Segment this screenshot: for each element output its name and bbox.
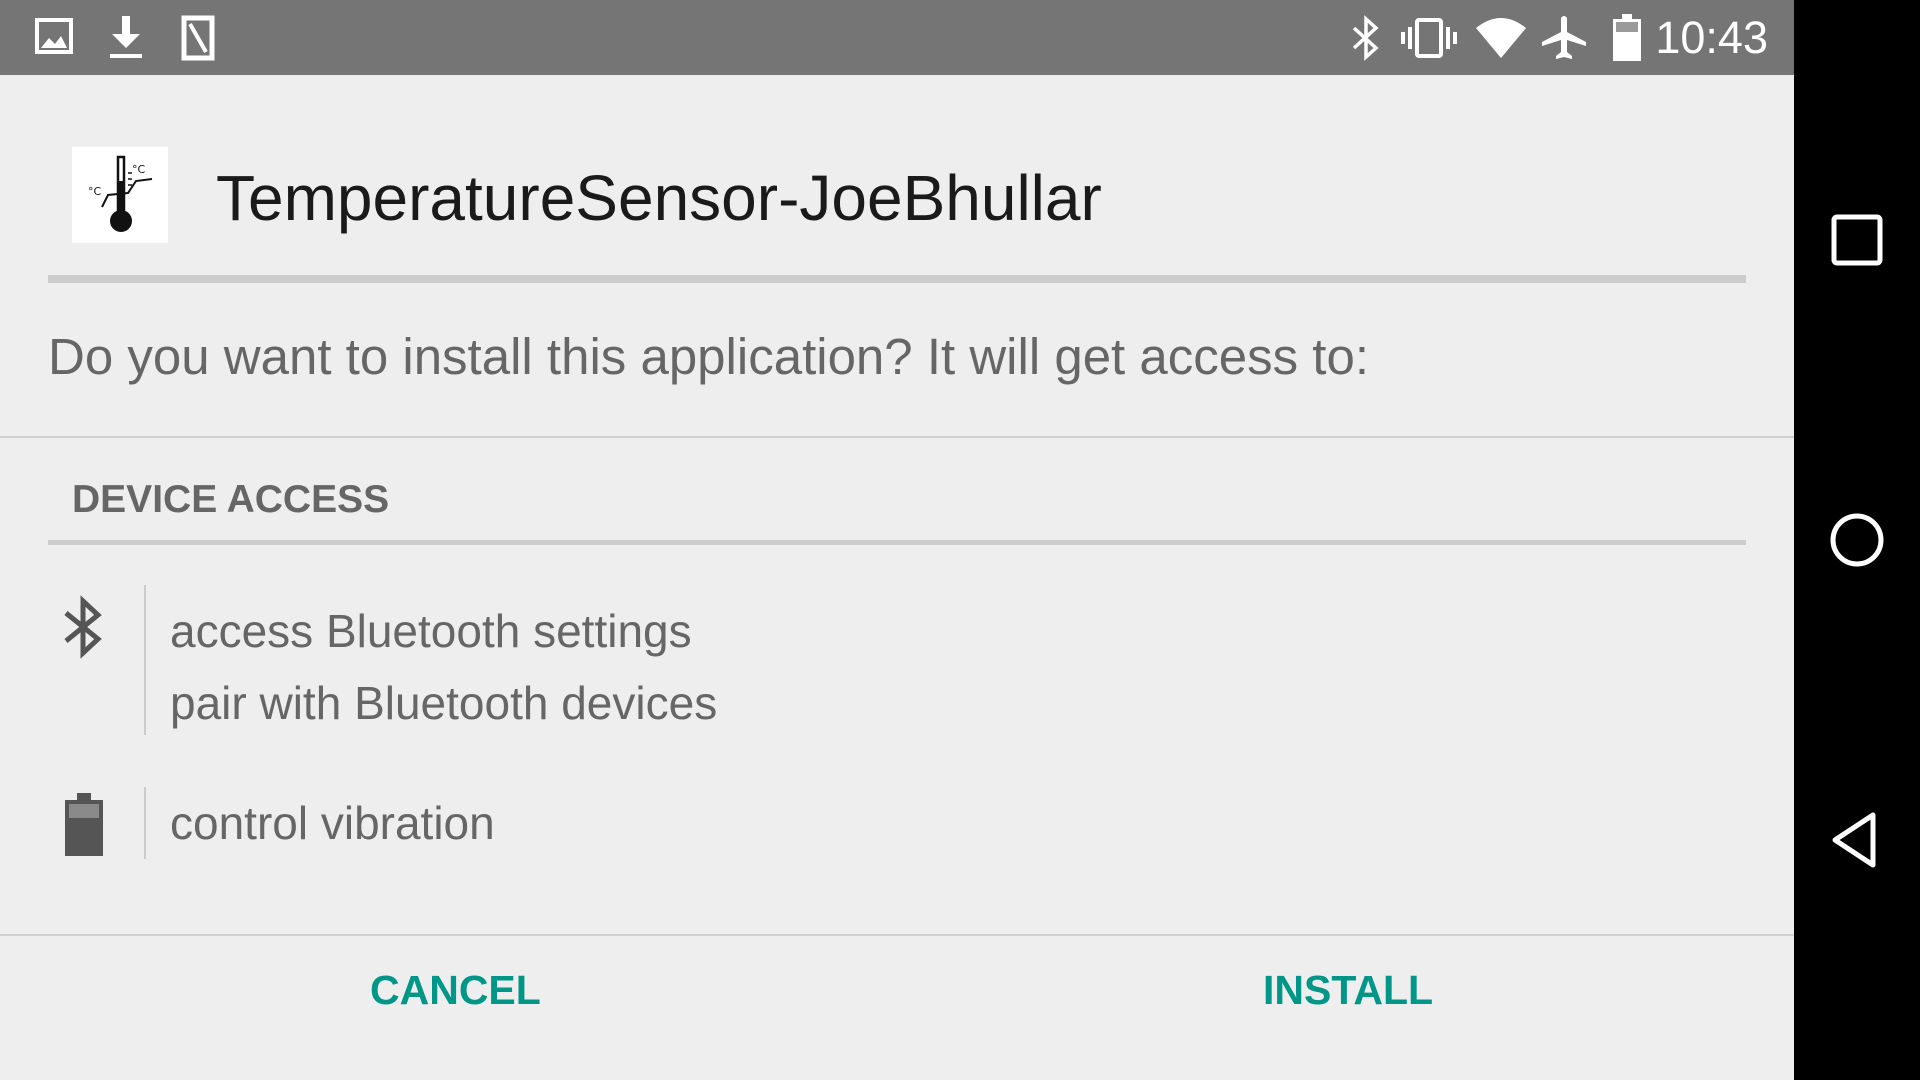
install-question: Do you want to install this application?… bbox=[48, 328, 1369, 385]
install-dialog: °C °C TemperatureSensor-JoeBhullar Do yo… bbox=[0, 75, 1794, 1080]
thermometer-icon: °C °C bbox=[88, 155, 153, 232]
svg-text:°C: °C bbox=[88, 185, 102, 198]
buttons-divider bbox=[0, 934, 1794, 936]
cancel-button[interactable]: CANCEL bbox=[370, 965, 541, 1015]
question-divider bbox=[0, 436, 1794, 438]
airplane-mode-icon bbox=[1542, 16, 1586, 59]
bluetooth-icon bbox=[1352, 15, 1379, 61]
title-divider bbox=[48, 275, 1746, 283]
back-icon[interactable] bbox=[1825, 808, 1889, 872]
navigation-bar bbox=[1794, 0, 1920, 1080]
wifi-icon bbox=[1476, 18, 1526, 58]
image-notification-icon bbox=[35, 18, 73, 54]
permission-separator bbox=[144, 585, 146, 735]
battery-icon bbox=[65, 793, 103, 856]
permission-group-bluetooth: access Bluetooth settings pair with Blue… bbox=[0, 585, 1794, 735]
app-name: TemperatureSensor-JoeBhullar bbox=[216, 162, 1102, 234]
svg-text:°C: °C bbox=[132, 163, 146, 176]
download-icon bbox=[110, 16, 142, 58]
status-bar: 10:43 bbox=[0, 0, 1794, 75]
vibrate-icon bbox=[1401, 18, 1457, 58]
app-icon: °C °C bbox=[72, 147, 168, 243]
permission-item: control vibration bbox=[170, 797, 495, 849]
permission-group-vibration: control vibration bbox=[0, 787, 1794, 859]
battery-icon bbox=[1613, 14, 1641, 61]
permission-item: access Bluetooth settings bbox=[170, 605, 692, 657]
recents-icon[interactable] bbox=[1825, 208, 1889, 272]
section-divider bbox=[48, 540, 1746, 545]
install-button[interactable]: INSTALL bbox=[1263, 965, 1433, 1015]
bluetooth-icon bbox=[64, 595, 102, 659]
permission-separator bbox=[144, 787, 146, 859]
status-time: 10:43 bbox=[1655, 12, 1768, 63]
sd-card-icon bbox=[181, 15, 215, 61]
section-title: DEVICE ACCESS bbox=[72, 478, 390, 521]
home-icon[interactable] bbox=[1825, 508, 1889, 572]
permission-item: pair with Bluetooth devices bbox=[170, 677, 718, 729]
